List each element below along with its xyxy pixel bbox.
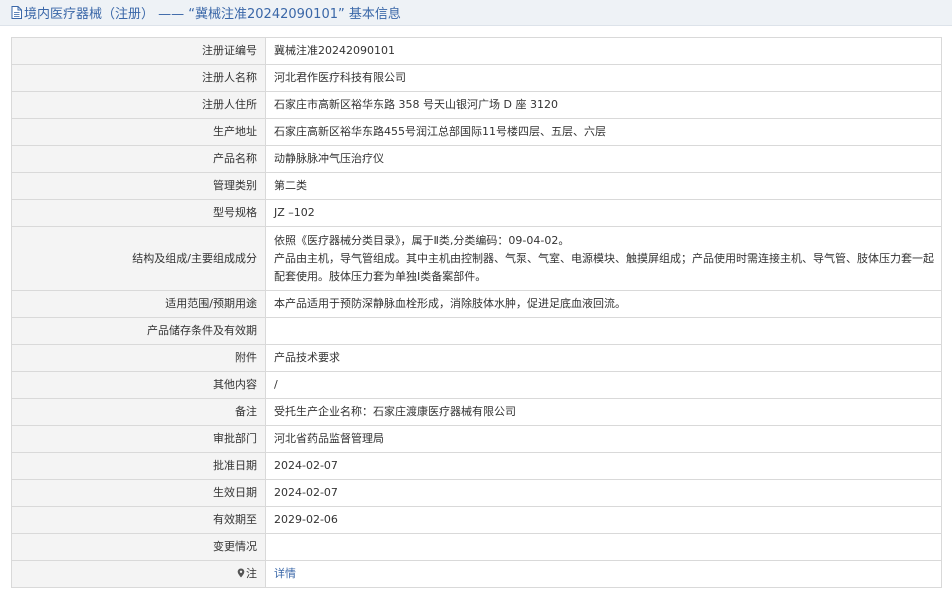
row-value: 本产品适用于预防深静脉血栓形成，消除肢体水肿，促进足底血液回流。 xyxy=(265,290,942,318)
row-label: 产品储存条件及有效期 xyxy=(11,317,266,345)
row-value: 石家庄市高新区裕华东路 358 号天山银河广场 D 座 3120 xyxy=(265,91,942,119)
note-row: 注 详情 xyxy=(11,560,942,588)
table-row: 审批部门 河北省药品监督管理局 xyxy=(11,425,942,453)
row-label: 有效期至 xyxy=(11,506,266,534)
document-icon xyxy=(11,6,22,19)
row-label: 备注 xyxy=(11,398,266,426)
row-label: 变更情况 xyxy=(11,533,266,561)
row-label: 产品名称 xyxy=(11,145,266,173)
table-row: 备注 受托生产企业名称：石家庄渡康医疗器械有限公司 xyxy=(11,398,942,426)
row-label: 注册证编号 xyxy=(11,37,266,65)
row-value: 产品技术要求 xyxy=(265,344,942,372)
note-label: 注 xyxy=(246,567,257,580)
info-table: 注册证编号 冀械注准20242090101 注册人名称 河北君作医疗科技有限公司… xyxy=(11,37,942,588)
row-label: 注册人名称 xyxy=(11,64,266,92)
table-row: 注册证编号 冀械注准20242090101 xyxy=(11,37,942,65)
row-value: 2024-02-07 xyxy=(265,452,942,480)
row-value: 动静脉脉冲气压治疗仪 xyxy=(265,145,942,173)
row-label: 附件 xyxy=(11,344,266,372)
table-row: 注册人住所 石家庄市高新区裕华东路 358 号天山银河广场 D 座 3120 xyxy=(11,91,942,119)
table-row: 附件 产品技术要求 xyxy=(11,344,942,372)
page-header: 境内医疗器械（注册） —— “冀械注准20242090101” 基本信息 xyxy=(0,0,952,26)
row-label: 批准日期 xyxy=(11,452,266,480)
detail-link[interactable]: 详情 xyxy=(274,567,296,580)
row-value: / xyxy=(265,371,942,399)
table-row: 管理类别 第二类 xyxy=(11,172,942,200)
row-label: 型号规格 xyxy=(11,199,266,227)
row-value: JZ –102 xyxy=(265,199,942,227)
row-value xyxy=(265,317,942,345)
page-title: 境内医疗器械（注册） —— “冀械注准20242090101” 基本信息 xyxy=(24,7,401,22)
table-row: 生效日期 2024-02-07 xyxy=(11,479,942,507)
note-value: 详情 xyxy=(265,560,942,588)
row-label: 结构及组成/主要组成成分 xyxy=(11,226,266,291)
row-label: 注册人住所 xyxy=(11,91,266,119)
row-label: 审批部门 xyxy=(11,425,266,453)
row-value: 2029-02-06 xyxy=(265,506,942,534)
row-value xyxy=(265,533,942,561)
row-value: 受托生产企业名称：石家庄渡康医疗器械有限公司 xyxy=(265,398,942,426)
row-value: 石家庄高新区裕华东路455号润江总部国际11号楼四层、五层、六层 xyxy=(265,118,942,146)
row-label: 其他内容 xyxy=(11,371,266,399)
row-value-line: 产品由主机，导气管组成。其中主机由控制器、气泵、气室、电源模块、触摸屏组成；产品… xyxy=(274,251,934,283)
row-value: 依照《医疗器械分类目录》，属于Ⅱ类,分类编码：09-04-02。 产品由主机，导… xyxy=(265,226,942,291)
table-row: 生产地址 石家庄高新区裕华东路455号润江总部国际11号楼四层、五层、六层 xyxy=(11,118,942,146)
row-label: 管理类别 xyxy=(11,172,266,200)
pin-icon xyxy=(237,568,245,578)
row-label: 生产地址 xyxy=(11,118,266,146)
table-row: 型号规格 JZ –102 xyxy=(11,199,942,227)
row-value: 河北君作医疗科技有限公司 xyxy=(265,64,942,92)
table-row: 其他内容 / xyxy=(11,371,942,399)
table-row: 变更情况 xyxy=(11,533,942,561)
row-label: 生效日期 xyxy=(11,479,266,507)
row-value: 第二类 xyxy=(265,172,942,200)
table-row: 产品名称 动静脉脉冲气压治疗仪 xyxy=(11,145,942,173)
table-row: 注册人名称 河北君作医疗科技有限公司 xyxy=(11,64,942,92)
row-value: 2024-02-07 xyxy=(265,479,942,507)
row-label: 适用范围/预期用途 xyxy=(11,290,266,318)
table-row: 适用范围/预期用途 本产品适用于预防深静脉血栓形成，消除肢体水肿，促进足底血液回… xyxy=(11,290,942,318)
table-row: 结构及组成/主要组成成分 依照《医疗器械分类目录》，属于Ⅱ类,分类编码：09-0… xyxy=(11,226,942,291)
table-row: 有效期至 2029-02-06 xyxy=(11,506,942,534)
row-value-line: 依照《医疗器械分类目录》，属于Ⅱ类,分类编码：09-04-02。 xyxy=(274,233,570,247)
table-row: 批准日期 2024-02-07 xyxy=(11,452,942,480)
row-value: 冀械注准20242090101 xyxy=(265,37,942,65)
table-row: 产品储存条件及有效期 xyxy=(11,317,942,345)
note-label-cell: 注 xyxy=(11,560,266,588)
row-value: 河北省药品监督管理局 xyxy=(265,425,942,453)
